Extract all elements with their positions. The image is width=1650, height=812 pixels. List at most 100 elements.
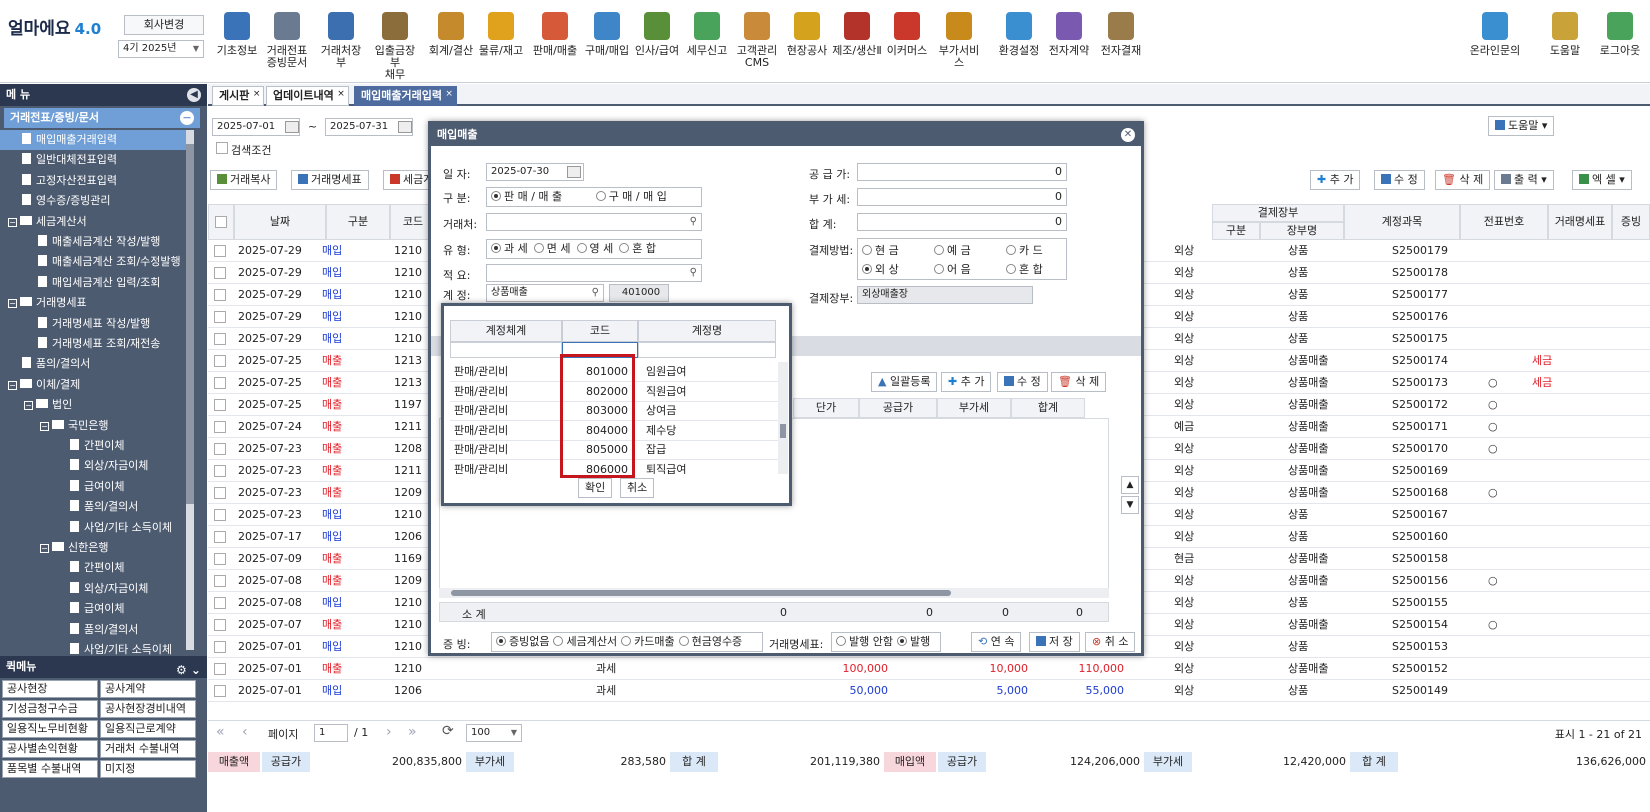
top-menu-construction[interactable]: 현장공사 xyxy=(782,8,832,78)
statement-button[interactable]: 거래명세표 xyxy=(291,170,369,190)
quick-menu-item[interactable]: 일용직노무비현황 xyxy=(2,720,98,738)
row-checkbox[interactable] xyxy=(214,619,226,631)
quick-menu-item[interactable]: 미지정 xyxy=(100,760,196,778)
row-checkbox[interactable] xyxy=(214,597,226,609)
vat-input[interactable]: 0 xyxy=(857,188,1067,206)
help-button[interactable]: 도움말 ▾ xyxy=(1488,116,1555,136)
row-checkbox[interactable] xyxy=(214,487,226,499)
sidebar-item[interactable]: 급여이체 xyxy=(0,599,186,619)
popup-ok-button[interactable]: 확인 xyxy=(578,478,613,498)
top-menu-logistics[interactable]: 물류/재고 xyxy=(476,8,526,78)
edit-button[interactable]: 수 정 xyxy=(1374,170,1425,190)
payment-option[interactable]: 현 금 xyxy=(862,242,899,258)
popup-filter-system[interactable] xyxy=(450,342,562,358)
popup-col-code[interactable]: 코드 xyxy=(562,320,638,342)
sidebar-item[interactable]: 거래명세표 작성/발행 xyxy=(0,314,186,334)
col-type[interactable]: 구분 xyxy=(326,204,390,240)
sidebar-item[interactable]: 급여이체 xyxy=(0,477,186,497)
row-checkbox[interactable] xyxy=(214,355,226,367)
tab-item[interactable]: 매입매출거래입력 × xyxy=(354,86,457,106)
change-company-button[interactable]: 회사변경 xyxy=(124,15,204,35)
top-menu-purchase[interactable]: 구매/매입 xyxy=(582,8,632,78)
detail-col-vat[interactable]: 부가세 xyxy=(937,398,1011,418)
first-page-icon[interactable]: « xyxy=(216,724,225,740)
row-checkbox[interactable] xyxy=(214,509,226,521)
sidebar-item[interactable]: 외상/자금이체 xyxy=(0,456,186,476)
minus-icon[interactable]: − xyxy=(180,111,194,125)
excel-button[interactable]: 엑 셀 ▾ xyxy=(1572,170,1632,190)
quick-menu-item[interactable]: 공사현장 xyxy=(2,680,98,698)
move-up-button[interactable]: ▲ xyxy=(1121,476,1139,494)
col-statement[interactable]: 거래명세표 xyxy=(1548,204,1612,240)
col-voucher[interactable]: 전표번호 xyxy=(1460,204,1548,240)
top-menu-ledger[interactable]: 거래처장부 xyxy=(316,8,366,78)
row-checkbox[interactable] xyxy=(214,443,226,455)
period-select[interactable]: 4기 2025년 ▼ xyxy=(118,40,204,58)
account-input[interactable]: 상품매출 ⚲ xyxy=(486,284,604,302)
quick-menu-item[interactable]: 품목별 수불내역 xyxy=(2,760,98,778)
sidebar-item[interactable]: 매출세금계산 조회/수정발행 xyxy=(0,252,186,272)
minus-icon[interactable]: − xyxy=(8,299,17,309)
quick-menu-item[interactable]: 공사현장경비내역 xyxy=(100,700,196,718)
table-row[interactable]: 2025-07-01 매입 1206 과세 50,000 5,000 55,000 외상 상품 S… xyxy=(208,680,1650,702)
minus-icon[interactable]: − xyxy=(8,217,17,227)
sidebar-item[interactable]: − 거래명세표 xyxy=(0,293,186,313)
row-checkbox[interactable] xyxy=(214,685,226,697)
row-checkbox[interactable] xyxy=(214,575,226,587)
tab-item[interactable]: 업데이트내역 × xyxy=(266,86,349,106)
col-settle-book[interactable]: 장부명 xyxy=(1260,222,1344,240)
top-menu-bank[interactable]: 부가서비스 xyxy=(934,8,984,78)
row-checkbox[interactable] xyxy=(214,399,226,411)
add-button[interactable]: ✚ 추 가 xyxy=(1310,170,1361,190)
col-settle-type[interactable]: 구분 xyxy=(1212,222,1260,240)
col-date[interactable]: 날짜 xyxy=(234,204,326,240)
row-checkbox[interactable] xyxy=(214,465,226,477)
row-checkbox[interactable] xyxy=(214,421,226,433)
sidebar-section-title[interactable]: 거래전표/증빙/문서 − xyxy=(4,108,200,128)
tab-item[interactable]: 게시판 × xyxy=(212,86,265,106)
row-checkbox[interactable] xyxy=(214,641,226,653)
minus-icon[interactable]: − xyxy=(24,401,33,411)
page-size-select[interactable]: 100 ▼ xyxy=(466,724,522,742)
popup-scrollbar[interactable] xyxy=(778,362,788,474)
detail-hscrollbar[interactable] xyxy=(439,588,1109,598)
radio-option[interactable]: 혼 합 xyxy=(619,242,656,255)
last-page-icon[interactable]: » xyxy=(408,724,417,740)
select-all-cell[interactable] xyxy=(208,204,234,240)
total-input[interactable]: 0 xyxy=(857,213,1067,231)
sidebar-item[interactable]: − 이체/결제 xyxy=(0,375,186,395)
quick-menu-item[interactable]: 일용직근로계약 xyxy=(100,720,196,738)
cancel-button[interactable]: ⊗ 취 소 xyxy=(1085,632,1136,652)
select-all-checkbox[interactable] xyxy=(215,216,227,228)
radio-option[interactable]: 면 세 xyxy=(533,242,571,255)
payment-option[interactable]: 혼 합 xyxy=(1006,261,1043,277)
calendar-icon[interactable] xyxy=(285,121,299,133)
top-menu-customer[interactable]: 고객관리 CMS xyxy=(732,8,782,78)
sidebar-item[interactable]: 영수증/증빙관리 xyxy=(0,191,186,211)
row-checkbox[interactable] xyxy=(214,663,226,675)
top-menu-sales[interactable]: 판매/매출 xyxy=(530,8,580,78)
radio-option[interactable]: 영 세 xyxy=(576,242,613,255)
radio-option[interactable]: 증빙없음 xyxy=(496,635,549,648)
search-icon[interactable]: ⚲ xyxy=(592,285,599,301)
payment-option[interactable]: 예 금 xyxy=(934,242,971,258)
top-menu-tax[interactable]: 세무신고 xyxy=(682,8,732,78)
minus-icon[interactable]: − xyxy=(40,544,49,553)
sidebar-item[interactable]: 간편이체 xyxy=(0,558,186,578)
close-icon[interactable]: × xyxy=(337,85,345,103)
top-menu-voucher[interactable]: 거래전표 증빙문서 xyxy=(262,8,312,78)
sidebar-scrollbar[interactable] xyxy=(186,130,194,650)
kind-sell-radio[interactable]: 판 매 / 매 출 xyxy=(491,190,562,203)
print-button[interactable]: 출 력 ▾ xyxy=(1494,170,1554,190)
refresh-icon[interactable]: ⟳ xyxy=(442,723,454,739)
copy-button[interactable]: 거래복사 xyxy=(210,170,278,190)
sidebar-item[interactable]: 고정자산전표입력 xyxy=(0,171,186,191)
memo-input[interactable]: ⚲ xyxy=(486,264,702,282)
row-checkbox[interactable] xyxy=(214,311,226,323)
sidebar-item[interactable]: 외상/자금이체 xyxy=(0,579,186,599)
radio-option[interactable]: 발행 안함 xyxy=(836,635,893,648)
dialog-add-button[interactable]: ✚ 추 가 xyxy=(941,372,992,392)
row-checkbox[interactable] xyxy=(214,245,226,257)
delete-button[interactable]: 🗑 삭 제 xyxy=(1435,170,1491,190)
sidebar-item[interactable]: 사업/기타 소득이체 xyxy=(0,518,186,538)
